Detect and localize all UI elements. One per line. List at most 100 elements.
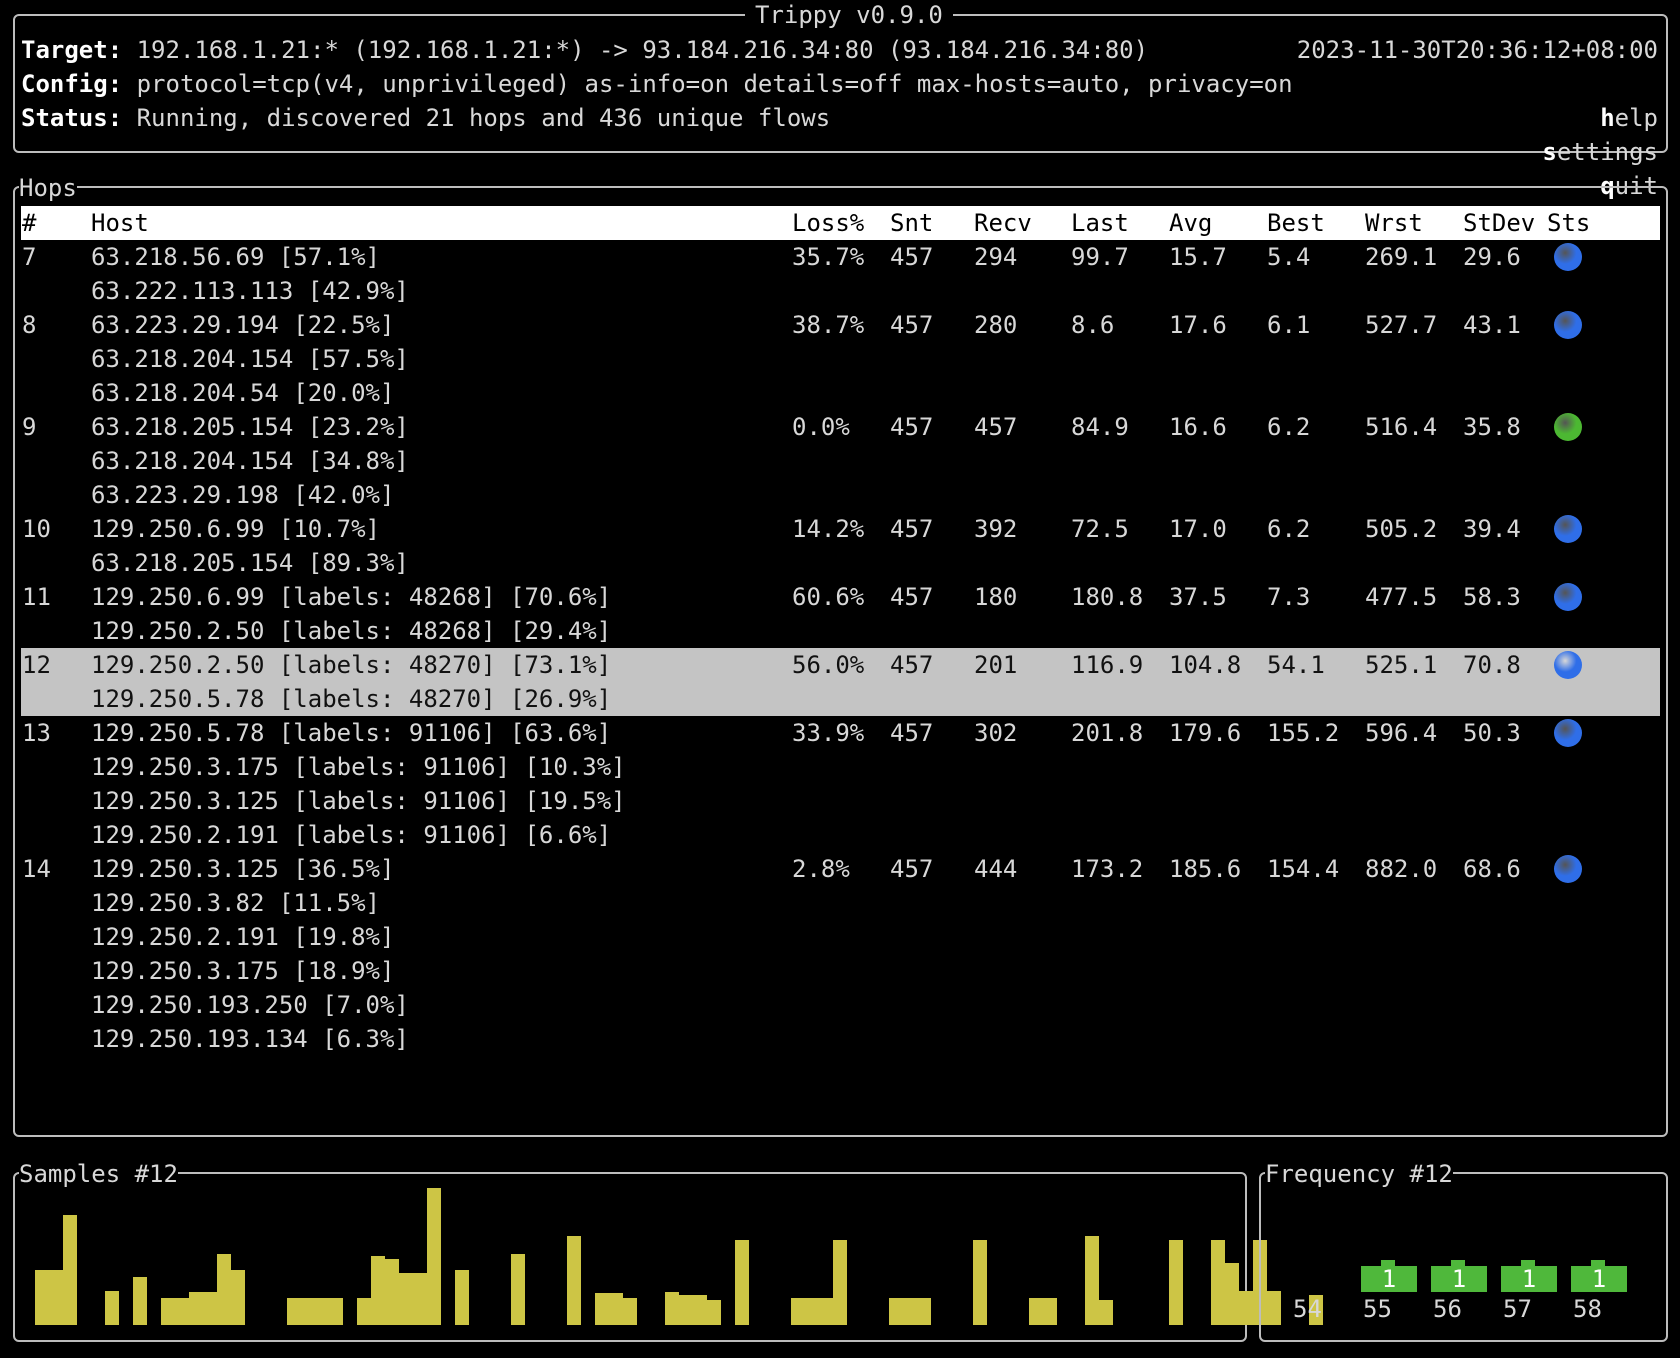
host-entry: 129.250.193.250 [7.0%] xyxy=(91,991,409,1019)
hop-row[interactable]: 14 129.250.3.125 [36.5%] 129.250.3.82 [11.… xyxy=(21,852,1660,1056)
stdev-cell: 39.4 xyxy=(1463,515,1521,543)
sample-bar xyxy=(609,1293,623,1325)
wrst-cell: 527.7 xyxy=(1365,311,1438,339)
sample-bar xyxy=(735,1240,749,1325)
timestamp: 2023-11-30T20:36:12+08:00 xyxy=(1296,36,1658,64)
config-label: Config: xyxy=(21,70,123,98)
sample-bar xyxy=(357,1298,371,1325)
avg-cell: 15.7 xyxy=(1169,243,1227,271)
col-last: Last xyxy=(1071,209,1129,237)
wrst-cell: 882.0 xyxy=(1365,855,1438,883)
stdev-cell: 58.3 xyxy=(1463,583,1521,611)
sample-bar xyxy=(693,1295,707,1325)
sample-bar xyxy=(623,1298,637,1325)
frequency-bar: 1 xyxy=(1501,1266,1557,1292)
sample-bar xyxy=(301,1298,315,1325)
host-entry: 129.250.2.191 [labels: 91106] [6.6%] xyxy=(91,821,612,849)
snt-cell: 457 xyxy=(890,311,934,339)
recv-cell: 392 xyxy=(974,515,1018,543)
avg-cell: 104.8 xyxy=(1169,651,1242,679)
sample-bar xyxy=(203,1292,217,1325)
last-cell: 99.7 xyxy=(1071,243,1129,271)
host-entry: 129.250.3.82 [11.5%] xyxy=(91,889,380,917)
sample-bar xyxy=(595,1293,609,1325)
host-entry: 129.250.3.125 [labels: 91106] [19.5%] xyxy=(91,787,626,815)
host-entry: 63.223.29.194 [22.5%] xyxy=(91,311,395,339)
loss-cell: 0.0% xyxy=(792,413,850,441)
hop-row[interactable]: 10 129.250.6.99 [10.7%] 63.218.205.154 [89… xyxy=(21,512,1660,580)
status-blue-icon xyxy=(1554,583,1582,611)
loss-cell: 60.6% xyxy=(792,583,865,611)
status-label: Status: xyxy=(21,104,123,132)
col-hop: # xyxy=(22,209,37,237)
settings-menu-item[interactable]: settings xyxy=(1542,138,1658,166)
sample-bar xyxy=(819,1298,833,1325)
sample-bar xyxy=(1169,1240,1183,1325)
sample-bar xyxy=(189,1292,203,1325)
target-label: Target: xyxy=(21,36,123,64)
hop-row[interactable]: 7 63.218.56.69 [57.1%] 63.222.113.113 [42.… xyxy=(21,240,1660,308)
best-cell: 54.1 xyxy=(1267,651,1325,679)
loss-cell: 2.8% xyxy=(792,855,850,883)
hop-row[interactable]: 12 129.250.2.50 [labels: 48270] [73.1%] 12… xyxy=(21,648,1660,716)
sample-bar xyxy=(805,1298,819,1325)
config-value: protocol=tcp(v4, unprivileged) as-info=o… xyxy=(136,70,1293,98)
help-menu-item[interactable]: help xyxy=(1600,104,1658,132)
snt-cell: 457 xyxy=(890,651,934,679)
best-cell: 5.4 xyxy=(1267,243,1311,271)
status-blue-icon xyxy=(1554,855,1582,883)
sample-bar xyxy=(217,1254,231,1325)
status-blue-icon xyxy=(1554,719,1582,747)
hop-number: 7 xyxy=(22,243,37,271)
host-entry: 129.250.5.78 [labels: 48270] [26.9%] xyxy=(91,685,612,713)
best-cell: 6.2 xyxy=(1267,413,1311,441)
recv-cell: 457 xyxy=(974,413,1018,441)
frequency-label: 57 xyxy=(1503,1295,1532,1323)
stdev-cell: 29.6 xyxy=(1463,243,1521,271)
hop-number: 11 xyxy=(22,583,51,611)
hop-row[interactable]: 9 63.218.205.154 [23.2%] 63.218.204.154 [3… xyxy=(21,410,1660,512)
avg-cell: 185.6 xyxy=(1169,855,1242,883)
target-line: Target: 192.168.1.21:* (192.168.1.21:*) … xyxy=(21,33,1148,67)
sample-bar xyxy=(1225,1263,1239,1325)
wrst-cell: 516.4 xyxy=(1365,413,1438,441)
sample-bar xyxy=(49,1270,63,1325)
sample-bar xyxy=(1029,1298,1043,1325)
sample-bar xyxy=(455,1270,469,1325)
stdev-cell: 68.6 xyxy=(1463,855,1521,883)
stdev-cell: 50.3 xyxy=(1463,719,1521,747)
sample-bar xyxy=(371,1256,385,1325)
sample-bar xyxy=(791,1298,805,1325)
loss-cell: 33.9% xyxy=(792,719,865,747)
frequency-label: 55 xyxy=(1363,1295,1392,1323)
best-cell: 7.3 xyxy=(1267,583,1311,611)
best-cell: 6.2 xyxy=(1267,515,1311,543)
hop-row[interactable]: 8 63.223.29.194 [22.5%] 63.218.204.154 [57… xyxy=(21,308,1660,410)
frequency-label: 56 xyxy=(1433,1295,1462,1323)
best-cell: 155.2 xyxy=(1267,719,1340,747)
host-entry: 63.218.204.154 [34.8%] xyxy=(91,447,409,475)
sample-bar xyxy=(567,1236,581,1325)
host-entry: 129.250.2.50 [labels: 48268] [29.4%] xyxy=(91,617,612,645)
app-title: Trippy v0.9.0 xyxy=(745,0,953,30)
header-panel: Trippy v0.9.0 Target: 192.168.1.21:* (19… xyxy=(13,0,1668,200)
status-green-icon xyxy=(1554,413,1582,441)
col-loss: Loss% xyxy=(792,209,865,237)
sample-bar xyxy=(917,1298,931,1325)
loss-cell: 35.7% xyxy=(792,243,865,271)
sample-bar xyxy=(665,1292,679,1325)
snt-cell: 457 xyxy=(890,243,934,271)
hop-row[interactable]: 13 129.250.5.78 [labels: 91106] [63.6%] 12… xyxy=(21,716,1660,852)
loss-cell: 14.2% xyxy=(792,515,865,543)
hops-table-header: # Host Loss% Snt Recv Last Avg Best Wrst… xyxy=(21,206,1660,240)
hop-row[interactable]: 11 129.250.6.99 [labels: 48268] [70.6%] 12… xyxy=(21,580,1660,648)
avg-cell: 37.5 xyxy=(1169,583,1227,611)
col-best: Best xyxy=(1267,209,1325,237)
host-entry: 63.222.113.113 [42.9%] xyxy=(91,277,409,305)
sample-bar xyxy=(329,1298,343,1325)
hop-number: 8 xyxy=(22,311,37,339)
recv-cell: 302 xyxy=(974,719,1018,747)
hop-number: 10 xyxy=(22,515,51,543)
sample-bar xyxy=(63,1215,77,1325)
host-entry: 129.250.5.78 [labels: 91106] [63.6%] xyxy=(91,719,612,747)
